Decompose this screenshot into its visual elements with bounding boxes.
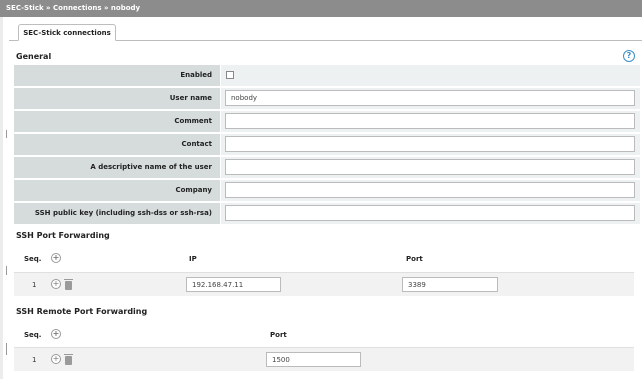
breadcrumb: SEC-Stick » Connections » nobody: [0, 0, 642, 17]
ssh-port-forwarding-title: SSH Port Forwarding: [16, 231, 110, 240]
port-input[interactable]: [402, 277, 498, 292]
ssh-public-key-row: SSH public key (including ssh-dss or ssh…: [14, 203, 640, 224]
left-tick: [6, 130, 7, 138]
field-value: [221, 65, 640, 86]
trash-icon[interactable]: [64, 279, 73, 290]
left-tick: [6, 343, 7, 355]
field-label: Company: [14, 180, 220, 201]
ip-header: IP: [189, 255, 197, 263]
add-row-icon[interactable]: +: [51, 253, 61, 263]
port-input[interactable]: [266, 352, 361, 367]
field-label: Comment: [14, 111, 220, 132]
field-value: [221, 203, 640, 224]
field-label: A descriptive name of the user: [14, 157, 220, 178]
add-row-icon[interactable]: +: [51, 329, 61, 339]
enabled-row: Enabled: [14, 65, 640, 86]
contact-input[interactable]: [225, 136, 635, 152]
field-value: [221, 134, 640, 155]
add-row-icon[interactable]: +: [51, 279, 61, 289]
enabled-checkbox[interactable]: [226, 71, 234, 79]
table-row: 1 +: [14, 272, 634, 296]
company-input[interactable]: [225, 182, 635, 198]
table-row: 1 +: [14, 347, 634, 371]
comment-row: Comment: [14, 111, 640, 132]
ip-input[interactable]: [186, 277, 281, 292]
left-rule: [0, 17, 3, 379]
company-row: Company: [14, 180, 640, 201]
general-section-title: General: [16, 52, 52, 61]
field-label: Contact: [14, 134, 220, 155]
field-value: [221, 157, 640, 178]
trash-icon[interactable]: [64, 354, 73, 365]
seq-header: Seq.: [24, 255, 42, 263]
tab-sec-stick-connections[interactable]: SEC-Stick connections: [18, 24, 116, 41]
field-value: [221, 88, 640, 109]
field-label: User name: [14, 88, 220, 109]
port-forwarding-header: Seq. + IP Port: [14, 253, 634, 273]
comment-input[interactable]: [225, 113, 635, 129]
seq-header: Seq.: [24, 331, 42, 339]
port-header: Port: [406, 255, 423, 263]
help-icon[interactable]: ?: [623, 50, 635, 62]
contact-row: Contact: [14, 134, 640, 155]
seq-cell: 1: [32, 356, 37, 364]
field-value: [221, 180, 640, 201]
add-row-icon[interactable]: +: [51, 354, 61, 364]
seq-cell: 1: [32, 281, 37, 289]
user-name-input[interactable]: [225, 90, 635, 106]
field-label: SSH public key (including ssh-dss or ssh…: [14, 203, 220, 224]
port-header: Port: [270, 331, 287, 339]
ssh-remote-port-forwarding-title: SSH Remote Port Forwarding: [16, 307, 148, 316]
left-tick: [6, 266, 7, 275]
user-name-row: User name: [14, 88, 640, 109]
field-value: [221, 111, 640, 132]
descriptive-name-row: A descriptive name of the user: [14, 157, 640, 178]
field-label: Enabled: [14, 65, 220, 86]
ssh-public-key-input[interactable]: [225, 205, 635, 221]
descriptive-name-input[interactable]: [225, 159, 635, 175]
